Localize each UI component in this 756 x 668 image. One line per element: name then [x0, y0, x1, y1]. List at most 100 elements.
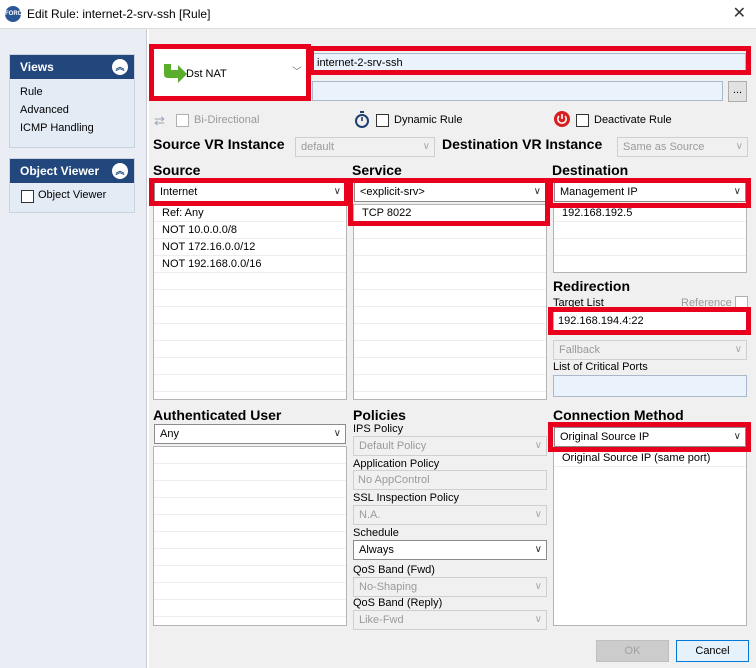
- list-item[interactable]: 192.168.192.5: [554, 205, 746, 222]
- list-item: [354, 307, 546, 324]
- connection-method-header: Connection Method: [553, 407, 684, 423]
- list-item: [154, 549, 346, 566]
- chevron-down-icon: ∨: [534, 440, 542, 451]
- action-label: Dst NAT: [186, 68, 227, 80]
- object-viewer-checkbox-label: Object Viewer: [38, 189, 107, 201]
- dst-nat-arrow-icon: [164, 64, 187, 83]
- reference-checkbox[interactable]: [735, 296, 748, 309]
- ips-policy-label: IPS Policy: [353, 423, 404, 435]
- action-selector[interactable]: Dst NAT ﹀: [153, 47, 309, 99]
- more-button[interactable]: ...: [728, 81, 747, 102]
- list-item: [354, 222, 546, 239]
- source-list[interactable]: Ref: Any NOT 10.0.0.0/8 NOT 172.16.0.0/1…: [153, 204, 347, 400]
- chevron-down-icon: ∨: [733, 186, 741, 197]
- title-bar: FORC Edit Rule: internet-2-srv-ssh [Rule…: [0, 0, 756, 29]
- chevron-down-icon: ∨: [333, 428, 341, 439]
- close-icon[interactable]: ✕: [733, 3, 746, 23]
- source-vr-select[interactable]: default ∨: [295, 137, 435, 157]
- object-viewer-checkbox[interactable]: [21, 190, 34, 203]
- list-item: [154, 341, 346, 358]
- application-policy-label: Application Policy: [353, 458, 440, 470]
- chevron-down-icon: ∨: [333, 186, 341, 197]
- service-header: Service: [352, 162, 402, 178]
- chevron-down-icon: ∨: [735, 141, 743, 152]
- object-viewer-title: Object Viewer: [20, 164, 100, 178]
- chevron-down-icon: ∨: [734, 344, 742, 355]
- bidirectional-icon: ⇄: [154, 113, 165, 128]
- list-item: [354, 290, 546, 307]
- list-item[interactable]: NOT 172.16.0.0/12: [154, 239, 346, 256]
- list-item[interactable]: Original Source IP (same port): [554, 450, 746, 467]
- source-vr-label: Source VR Instance: [153, 136, 285, 152]
- list-item: [154, 481, 346, 498]
- object-viewer-header[interactable]: Object Viewer ︽: [10, 159, 134, 183]
- views-header[interactable]: Views ︽: [10, 55, 134, 79]
- critical-ports-input[interactable]: [553, 375, 747, 397]
- list-item: [154, 583, 346, 600]
- ok-button[interactable]: OK: [596, 640, 669, 662]
- auth-user-select[interactable]: Any ∨: [154, 424, 346, 444]
- views-panel: Views ︽ Rule Advanced ICMP Handling: [9, 54, 135, 148]
- source-select[interactable]: Internet ∨: [154, 182, 346, 202]
- ssl-inspection-label: SSL Inspection Policy: [353, 492, 459, 504]
- object-viewer-panel: Object Viewer ︽ Object Viewer: [9, 158, 135, 213]
- list-item: [354, 256, 546, 273]
- list-item: [354, 273, 546, 290]
- cancel-button[interactable]: Cancel: [676, 640, 749, 662]
- list-item: [154, 600, 346, 617]
- connection-method-select[interactable]: Original Source IP ∨: [554, 427, 746, 447]
- list-item: [154, 307, 346, 324]
- dynamic-rule-checkbox[interactable]: [376, 114, 389, 127]
- view-item-icmp-handling[interactable]: ICMP Handling: [20, 119, 124, 137]
- list-item: [554, 222, 746, 239]
- rule-editor: Dst NAT ﹀ internet-2-srv-ssh ... ⇄ Bi-Di…: [149, 29, 756, 668]
- list-item: [154, 358, 346, 375]
- view-item-rule[interactable]: Rule: [20, 83, 124, 101]
- list-item: [554, 239, 746, 256]
- schedule-select[interactable]: Always ∨: [353, 540, 547, 560]
- left-pane: Views ︽ Rule Advanced ICMP Handling Obje…: [0, 29, 147, 668]
- list-item: [154, 498, 346, 515]
- list-item: [154, 447, 346, 464]
- qos-reply-label: QoS Band (Reply): [353, 597, 443, 609]
- list-item[interactable]: NOT 10.0.0.0/8: [154, 222, 346, 239]
- list-item[interactable]: TCP 8022: [354, 205, 546, 222]
- chevron-down-icon: ∨: [534, 544, 542, 555]
- ssl-inspection-select[interactable]: N.A. ∨: [353, 505, 547, 525]
- fallback-select[interactable]: Fallback ∨: [553, 340, 747, 360]
- list-item: [354, 341, 546, 358]
- list-item[interactable]: Ref: Any: [154, 205, 346, 222]
- chevron-down-icon: ∨: [422, 141, 430, 152]
- deactivate-rule-checkbox[interactable]: [576, 114, 589, 127]
- list-item: [154, 290, 346, 307]
- chevron-down-icon: ∨: [534, 581, 542, 592]
- service-list[interactable]: TCP 8022: [353, 204, 547, 400]
- source-header: Source: [153, 162, 201, 178]
- destination-select[interactable]: Management IP ∨: [554, 182, 746, 202]
- bidirectional-checkbox[interactable]: [176, 114, 189, 127]
- ips-policy-select[interactable]: Default Policy ∨: [353, 436, 547, 456]
- rule-name-input[interactable]: internet-2-srv-ssh: [312, 53, 746, 73]
- qos-fwd-select[interactable]: No-Shaping ∨: [353, 577, 547, 597]
- list-item: [354, 358, 546, 375]
- application-policy-input[interactable]: No AppControl: [353, 470, 547, 490]
- qos-reply-select[interactable]: Like-Fwd ∨: [353, 610, 547, 630]
- policies-header: Policies: [353, 407, 406, 423]
- collapse-icon[interactable]: ︽: [112, 163, 128, 179]
- service-select[interactable]: <explicit-srv> ∨: [354, 182, 546, 202]
- list-item: [354, 375, 546, 392]
- view-item-advanced[interactable]: Advanced: [20, 101, 124, 119]
- target-list-label: Target List: [553, 297, 604, 309]
- auth-user-list[interactable]: [153, 446, 347, 626]
- list-item[interactable]: NOT 192.168.0.0/16: [154, 256, 346, 273]
- target-list-input[interactable]: 192.168.194.4:22: [553, 311, 747, 331]
- destination-vr-select[interactable]: Same as Source ∨: [617, 137, 748, 157]
- collapse-icon[interactable]: ︽: [112, 59, 128, 75]
- rule-description-input[interactable]: [312, 81, 723, 101]
- connection-method-list[interactable]: Original Source IP (same port): [553, 449, 747, 626]
- destination-header: Destination: [552, 162, 629, 178]
- destination-list[interactable]: 192.168.192.5: [553, 204, 747, 273]
- chevron-down-icon: ∨: [533, 186, 541, 197]
- list-item: [154, 532, 346, 549]
- list-item: [154, 566, 346, 583]
